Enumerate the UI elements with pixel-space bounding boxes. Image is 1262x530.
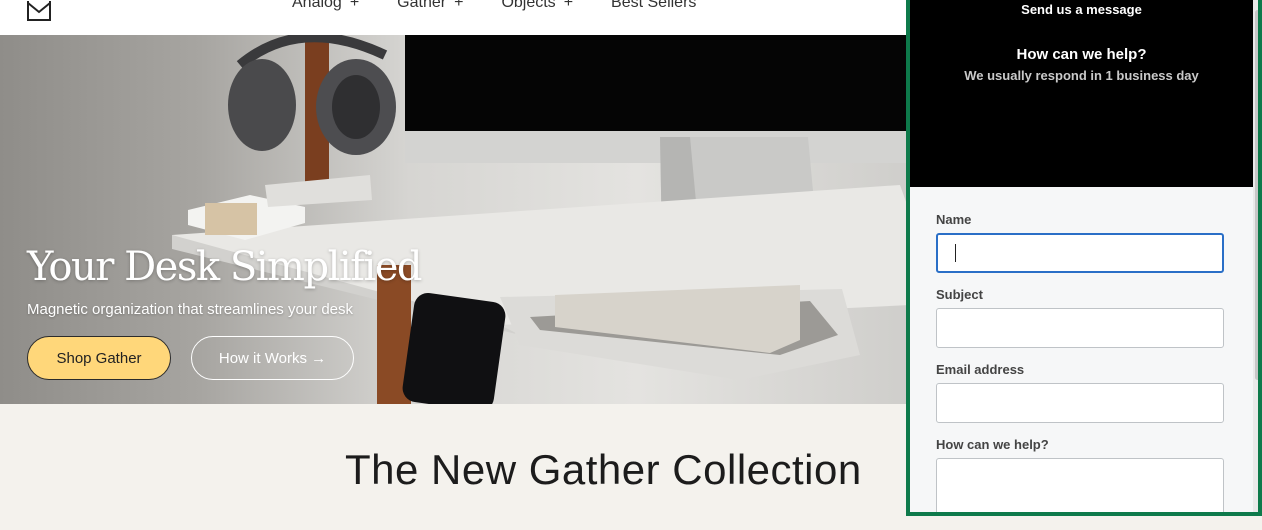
envelope-logo-icon[interactable] bbox=[26, 0, 52, 22]
scrollbar-thumb[interactable] bbox=[1255, 10, 1258, 380]
hero-title: Your Desk Simplified bbox=[27, 244, 423, 290]
name-label: Name bbox=[936, 212, 972, 227]
subject-label: Subject bbox=[936, 287, 983, 302]
hero-banner: Your Desk Simplified Magnetic organizati… bbox=[0, 35, 910, 404]
email-label: Email address bbox=[936, 362, 1025, 377]
section-title: The New Gather Collection bbox=[345, 446, 862, 493]
nav-item-best-sellers[interactable]: Best Sellers bbox=[611, 0, 696, 12]
message-label: How can we help? bbox=[936, 437, 1049, 452]
nav-item-gather[interactable]: Gather + bbox=[397, 0, 463, 12]
widget-header: Send us a message How can we help? We us… bbox=[910, 0, 1253, 187]
shop-gather-button[interactable]: Shop Gather bbox=[27, 336, 171, 380]
widget-header-label: Send us a message bbox=[1021, 2, 1142, 17]
email-field[interactable] bbox=[936, 383, 1224, 423]
hero-subtitle: Magnetic organization that streamlines y… bbox=[27, 301, 354, 318]
plus-icon: + bbox=[563, 0, 574, 11]
name-field[interactable] bbox=[936, 233, 1224, 273]
nav-label: Best Sellers bbox=[611, 0, 697, 11]
nav-item-analog[interactable]: Analog + bbox=[292, 0, 359, 12]
subject-field[interactable] bbox=[936, 308, 1224, 348]
text-caret bbox=[955, 244, 956, 262]
how-it-works-button[interactable]: How it Works → bbox=[191, 336, 354, 380]
main-nav: Analog + Gather + Objects + Best Sellers bbox=[292, 0, 734, 12]
widget-heading: How can we help? bbox=[1016, 46, 1147, 63]
contact-widget: Send us a message How can we help? We us… bbox=[906, 0, 1262, 516]
nav-item-objects[interactable]: Objects + bbox=[501, 0, 573, 12]
widget-response-note: We usually respond in 1 business day bbox=[964, 68, 1199, 83]
message-field[interactable] bbox=[936, 458, 1224, 512]
plus-icon: + bbox=[349, 0, 360, 11]
nav-label: Analog bbox=[292, 0, 342, 11]
plus-icon: + bbox=[454, 0, 464, 11]
nav-label: Objects bbox=[501, 0, 556, 11]
nav-label: Gather bbox=[397, 0, 447, 11]
